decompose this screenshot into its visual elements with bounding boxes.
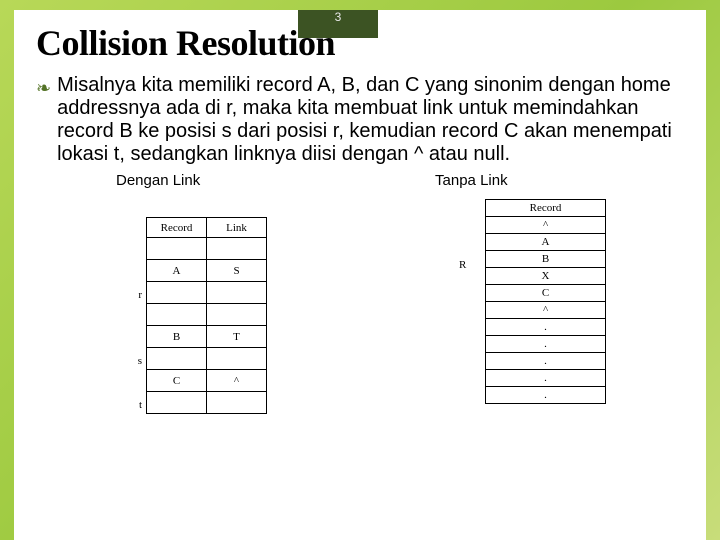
slide: 3 Collision Resolution ❧ Misalnya kita m… — [14, 10, 706, 540]
cell — [147, 304, 207, 326]
th-record: Record — [147, 218, 207, 238]
right-heading: Tanpa Link — [435, 172, 688, 189]
row-label-s: s — [102, 355, 142, 367]
cell — [207, 392, 267, 414]
cell: . — [486, 387, 606, 404]
table-record-only: Record ^ A B X C ^ . . . . . — [485, 199, 606, 404]
cell: C — [147, 370, 207, 392]
cell — [207, 304, 267, 326]
table-linked: Record Link AS BT C^ — [146, 217, 267, 414]
cell: ^ — [486, 217, 606, 234]
cell: . — [486, 353, 606, 370]
cell: C — [486, 285, 606, 302]
cell: B — [147, 326, 207, 348]
body-paragraph: ❧ Misalnya kita memiliki record A, B, da… — [36, 74, 688, 166]
cell: . — [486, 336, 606, 353]
cell: B — [486, 251, 606, 268]
row-label-R: R — [459, 259, 466, 271]
th-record: Record — [486, 200, 606, 217]
cell: X — [486, 268, 606, 285]
row-label-t: t — [102, 399, 142, 411]
page-number-badge: 3 — [298, 10, 378, 38]
column-with-link: Dengan Link r s t Record Link AS BT C^ — [36, 172, 375, 414]
cell — [207, 282, 267, 304]
cell — [147, 392, 207, 414]
th-link: Link — [207, 218, 267, 238]
cell: A — [486, 234, 606, 251]
cell: T — [207, 326, 267, 348]
cell: . — [486, 370, 606, 387]
bullet-icon: ❧ — [36, 78, 51, 99]
column-without-link: Tanpa Link R Record ^ A B X C ^ . . . . … — [375, 172, 688, 414]
cell: ^ — [207, 370, 267, 392]
cell — [207, 238, 267, 260]
cell: ^ — [486, 302, 606, 319]
cell: A — [147, 260, 207, 282]
cell — [207, 348, 267, 370]
left-heading: Dengan Link — [116, 172, 375, 189]
cell — [147, 238, 207, 260]
cell: S — [207, 260, 267, 282]
body-text: Misalnya kita memiliki record A, B, dan … — [57, 74, 688, 166]
cell — [147, 348, 207, 370]
cell: . — [486, 319, 606, 336]
row-label-r: r — [102, 289, 142, 301]
cell — [147, 282, 207, 304]
